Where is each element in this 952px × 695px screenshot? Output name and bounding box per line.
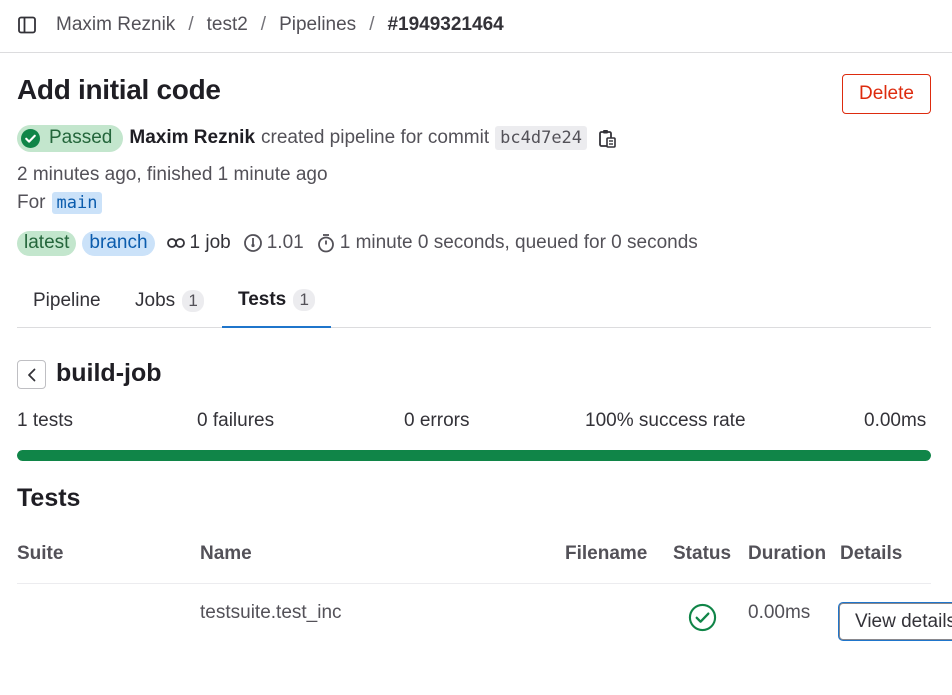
tab-tests[interactable]: Tests 1 xyxy=(222,274,332,328)
breadcrumb-project[interactable]: test2 xyxy=(207,14,248,36)
success-status-icon xyxy=(688,603,717,632)
branch-badge: branch xyxy=(82,230,155,256)
sidebar-toggle-icon[interactable] xyxy=(18,16,36,34)
column-header-filename: Filename xyxy=(565,543,648,564)
latest-badge: latest xyxy=(17,230,77,256)
delete-button[interactable]: Delete xyxy=(842,74,931,114)
tab-label: Jobs xyxy=(135,289,176,311)
summary-success-rate: 100% success rate xyxy=(585,410,746,431)
breadcrumb-separator: / xyxy=(188,14,194,35)
tab-count: 1 xyxy=(293,289,316,311)
breadcrumb-pipeline-id[interactable]: #1949321464 xyxy=(387,14,503,36)
success-progress-bar xyxy=(17,450,931,461)
job-name: build-job xyxy=(56,359,162,387)
duration-text: 1 minute 0 seconds, queued for 0 seconds xyxy=(339,232,698,253)
pipeline-duration: 1 minute 0 seconds, queued for 0 seconds xyxy=(316,232,698,254)
pipeline-tabs: Pipeline Jobs 1 Tests 1 xyxy=(17,274,931,328)
pipeline-ref-row: For main xyxy=(17,192,103,214)
pipeline-action-text: created pipeline for commit xyxy=(261,127,490,148)
column-header-name: Name xyxy=(200,543,252,564)
summary-failures: 0 failures xyxy=(197,410,275,431)
row-duration: 0.00ms xyxy=(748,602,811,623)
for-label: For xyxy=(17,192,46,213)
view-details-button[interactable]: View details xyxy=(839,603,952,640)
column-header-status: Status xyxy=(673,543,732,564)
breadcrumb: Maxim Reznik / test2 / Pipelines / #1949… xyxy=(56,14,504,36)
page-title: Add initial code xyxy=(17,74,221,105)
tests-heading: Tests xyxy=(17,484,81,512)
back-button[interactable] xyxy=(17,360,46,389)
chevron-left-icon xyxy=(27,368,35,381)
pipeline-info-row: Passed Maxim Reznik created pipeline for… xyxy=(17,124,616,152)
tab-count: 1 xyxy=(182,289,205,312)
status-label: Passed xyxy=(49,127,113,148)
breadcrumb-user[interactable]: Maxim Reznik xyxy=(56,14,175,36)
success-progress-fill xyxy=(17,450,931,461)
pipeline-meta-row: latest branch 1 job 1.01 1 minute 0 seco… xyxy=(17,230,698,256)
column-header-details: Details xyxy=(840,543,903,564)
table-divider xyxy=(17,583,931,584)
summary-tests: 1 tests xyxy=(17,410,73,431)
version-text: 1.01 xyxy=(266,232,304,253)
summary-errors: 0 errors xyxy=(404,410,470,431)
check-circle-icon xyxy=(21,128,40,148)
ref-branch[interactable]: main xyxy=(51,192,103,214)
jobs-count-text: 1 job xyxy=(189,232,231,253)
breadcrumb-separator: / xyxy=(369,14,375,35)
copy-icon[interactable] xyxy=(598,128,616,148)
tab-jobs[interactable]: Jobs 1 xyxy=(135,274,205,327)
gauge-icon xyxy=(243,234,262,252)
jobs-count: 1 job xyxy=(166,232,231,254)
tab-label: Pipeline xyxy=(33,289,101,311)
timer-icon xyxy=(317,234,334,253)
tab-pipeline[interactable]: Pipeline xyxy=(33,274,101,327)
tab-label: Tests xyxy=(238,289,287,310)
column-header-suite: Suite xyxy=(17,543,64,564)
breadcrumb-pipelines[interactable]: Pipelines xyxy=(279,14,356,36)
status-badge[interactable]: Passed xyxy=(17,124,124,152)
top-bar: Maxim Reznik / test2 / Pipelines / #1949… xyxy=(0,0,952,53)
commit-sha[interactable]: bc4d7e24 xyxy=(495,126,588,150)
author-name[interactable]: Maxim Reznik xyxy=(129,127,255,149)
column-header-duration: Duration xyxy=(748,543,827,564)
link-icon xyxy=(166,238,185,248)
row-name: testsuite.test_inc xyxy=(200,602,342,623)
pipeline-version: 1.01 xyxy=(243,232,304,254)
pipeline-time: 2 minutes ago, finished 1 minute ago xyxy=(17,164,328,185)
summary-duration: 0.00ms xyxy=(864,410,927,431)
breadcrumb-separator: / xyxy=(260,14,267,35)
